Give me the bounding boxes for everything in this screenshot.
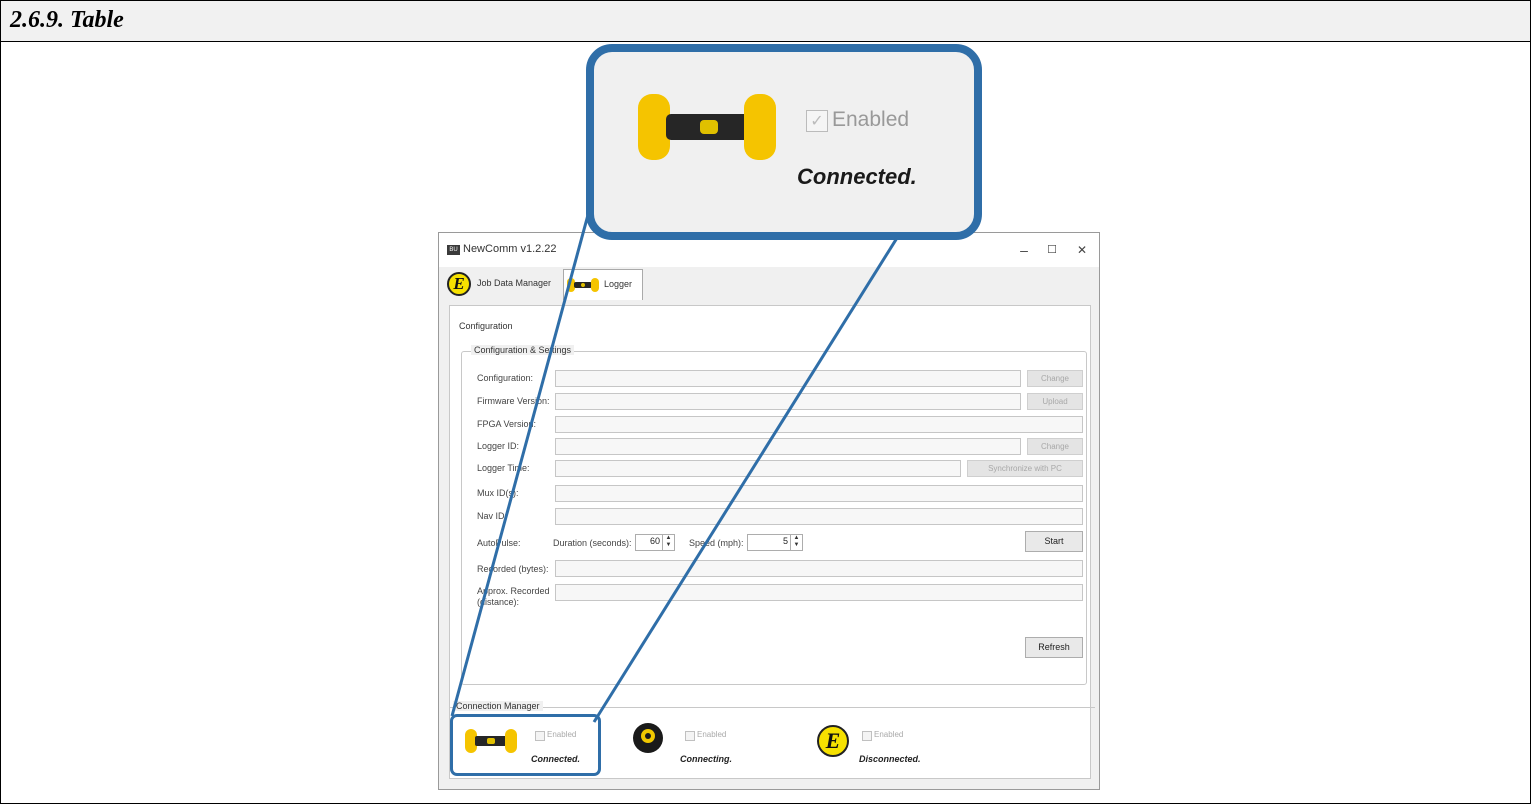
- enabled-checkbox[interactable]: ✓: [806, 110, 828, 132]
- enabled-checkbox-label: Enabled: [832, 108, 910, 131]
- highlight-box: [450, 714, 601, 776]
- status-text: Connected.: [797, 164, 917, 189]
- zoom-callout: ✓ Enabled Connected.: [586, 44, 982, 240]
- logger-icon: [638, 92, 778, 162]
